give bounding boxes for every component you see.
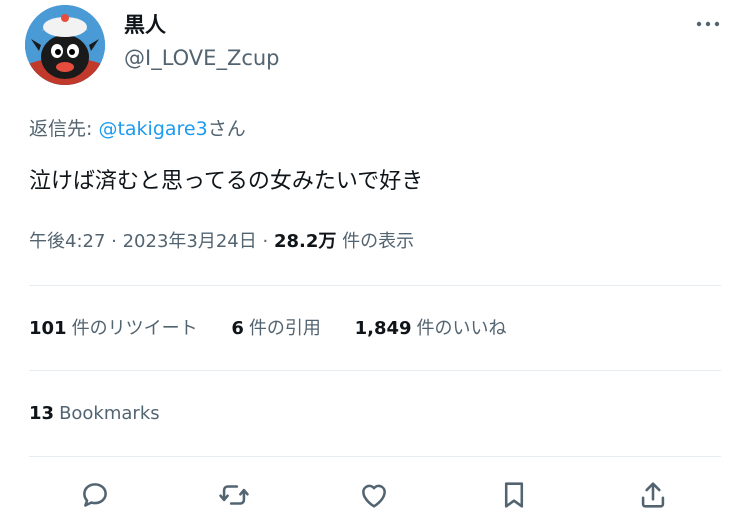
more-options-icon[interactable] (695, 14, 721, 34)
meta-separator-2: · (256, 231, 274, 252)
display-name[interactable]: 黒人 (124, 12, 166, 38)
share-icon (641, 482, 665, 508)
retweets-label: 件のリツイート (71, 318, 198, 339)
tweet-time[interactable]: 午後4:27 (29, 231, 105, 252)
character-avatar-icon (25, 5, 105, 85)
likes-stat[interactable]: 1,849 件のいいね (355, 316, 507, 342)
reply-to-line: 返信先: @takigare3さん (29, 116, 246, 142)
engagement-stats: 101 件のリツイート 6 件の引用 1,849 件のいいね (29, 316, 535, 342)
divider (29, 370, 721, 371)
reply-icon (83, 483, 107, 507)
tweet-meta: 午後4:27 · 2023年3月24日 · 28.2万 件の表示 (29, 229, 414, 255)
retweets-stat[interactable]: 101 件のリツイート (29, 316, 198, 342)
avatar[interactable] (25, 5, 105, 85)
bookmark-icon (504, 482, 524, 508)
views-label: 件の表示 (342, 231, 415, 252)
bookmarks-label: Bookmarks (59, 403, 160, 424)
retweets-count: 101 (29, 318, 67, 339)
bookmarks-count: 13 (29, 403, 55, 424)
meta-separator: · (105, 231, 123, 252)
quotes-stat[interactable]: 6 件の引用 (231, 316, 321, 342)
reply-to-suffix: さん (207, 118, 246, 140)
share-button[interactable] (636, 478, 670, 512)
bookmark-button[interactable] (497, 478, 531, 512)
reply-button[interactable] (78, 478, 112, 512)
likes-count: 1,849 (354, 318, 412, 339)
tweet-text: 泣けば済むと思ってるの女みたいで好き (29, 169, 424, 194)
views-count: 28.2万 (273, 231, 337, 252)
reply-to-prefix: 返信先: (29, 118, 99, 140)
retweet-icon (219, 485, 249, 505)
like-icon (362, 484, 386, 508)
bookmarks-stat[interactable]: 13 Bookmarks (29, 401, 160, 427)
quotes-count: 6 (231, 318, 244, 339)
tweet-date[interactable]: 2023年3月24日 (123, 231, 257, 252)
like-button[interactable] (357, 478, 391, 512)
quotes-label: 件の引用 (248, 318, 321, 339)
divider (29, 285, 721, 286)
user-handle[interactable]: @I_LOVE_Zcup (124, 44, 280, 72)
retweet-button[interactable] (217, 478, 251, 512)
likes-label: 件のいいね (416, 318, 507, 339)
divider (29, 456, 721, 457)
reply-target-link[interactable]: @takigare3 (98, 118, 207, 140)
